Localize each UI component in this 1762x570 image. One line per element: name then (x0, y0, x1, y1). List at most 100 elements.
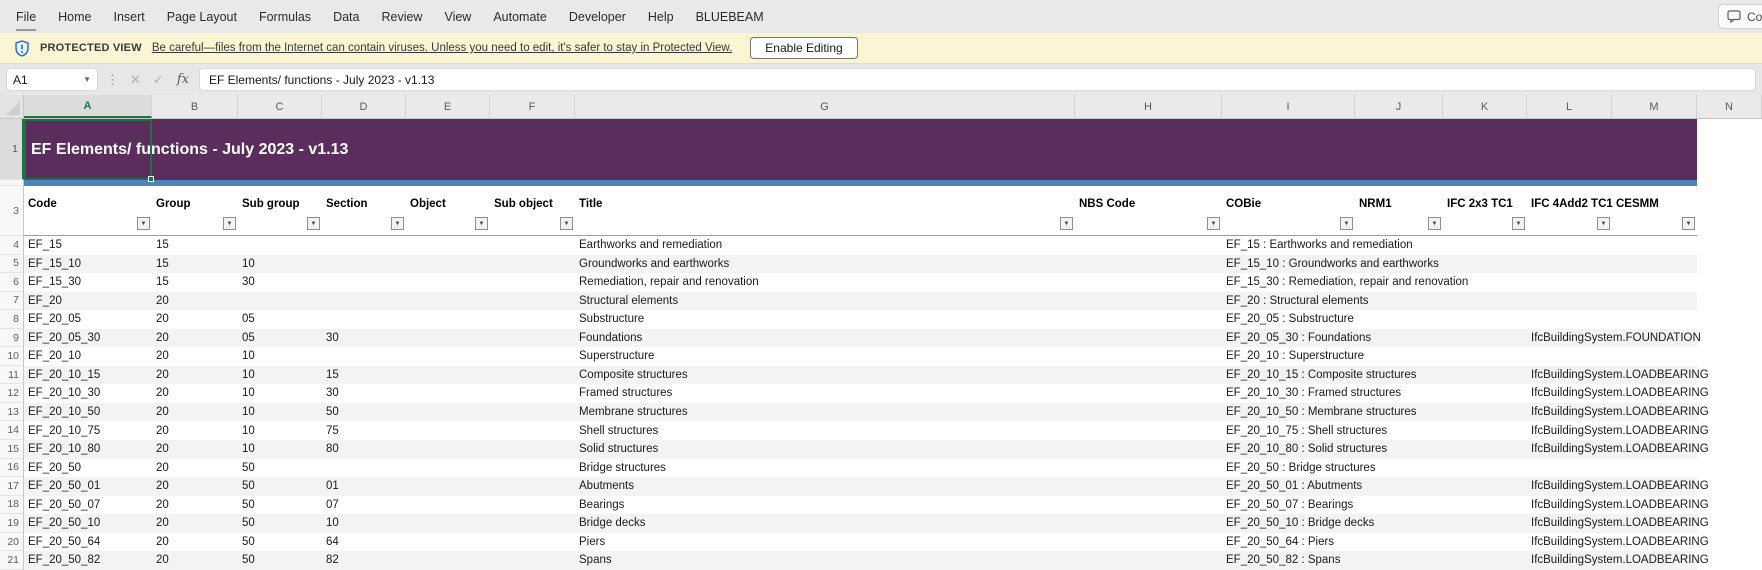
cell-cobie[interactable]: EF_15 : Earthworks and remediation (1226, 236, 1413, 255)
cell-title[interactable]: Foundations (579, 329, 642, 348)
cell-ifc-4add2[interactable]: IfcBuildingSystem.LOADBEARING (1531, 366, 1709, 385)
menu-tab-home[interactable]: Home (58, 10, 91, 24)
cell-ifc-4add2[interactable]: IfcBuildingSystem.LOADBEARING (1531, 496, 1709, 515)
cell-code[interactable]: EF_20_50_07 (28, 496, 100, 515)
column-header-ifc-2x3-tc1[interactable]: IFC 2x3 TC1 (1447, 198, 1513, 210)
cell-section[interactable]: 80 (326, 440, 339, 459)
cell-cobie[interactable]: EF_20_10_75 : Shell structures (1226, 422, 1387, 441)
menu-tab-automate[interactable]: Automate (493, 10, 547, 24)
cell-title[interactable]: Piers (579, 533, 605, 552)
row-header-3[interactable]: 3 (0, 186, 23, 236)
filter-dropdown-c[interactable]: ▼ (307, 217, 320, 230)
menu-tab-help[interactable]: Help (648, 10, 674, 24)
row-header-16[interactable]: 16 (0, 459, 23, 478)
cell-ifc-4add2[interactable]: IfcBuildingSystem.FOUNDATION (1531, 329, 1701, 348)
filter-dropdown-m[interactable]: ▼ (1682, 217, 1695, 230)
menu-tab-view[interactable]: View (444, 10, 471, 24)
cell-cobie[interactable]: EF_20_10_80 : Solid structures (1226, 440, 1387, 459)
filter-dropdown-f[interactable]: ▼ (560, 217, 573, 230)
row-header-13[interactable]: 13 (0, 403, 23, 422)
row-header-9[interactable]: 9 (0, 329, 23, 348)
row-header-5[interactable]: 5 (0, 255, 23, 274)
row-header-21[interactable]: 21 (0, 551, 23, 570)
cell-group[interactable]: 20 (156, 384, 169, 403)
cell-section[interactable]: 30 (326, 329, 339, 348)
cell-group[interactable]: 15 (156, 273, 169, 292)
cell-cobie[interactable]: EF_20_10_50 : Membrane structures (1226, 403, 1417, 422)
cell-group[interactable]: 20 (156, 347, 169, 366)
column-header-b[interactable]: B (152, 95, 238, 118)
cell-code[interactable]: EF_20_05_30 (28, 329, 100, 348)
cell-section[interactable]: 30 (326, 384, 339, 403)
filter-dropdown-d[interactable]: ▼ (391, 217, 404, 230)
filter-dropdown-b[interactable]: ▼ (223, 217, 236, 230)
cell-ifc-4add2[interactable]: IfcBuildingSystem.LOADBEARING (1531, 533, 1709, 552)
cell-code[interactable]: EF_20_10_15 (28, 366, 100, 385)
menu-tab-insert[interactable]: Insert (114, 10, 145, 24)
cell-group[interactable]: 20 (156, 310, 169, 329)
cell-code[interactable]: EF_20_50_82 (28, 551, 100, 570)
cell-sub-group[interactable]: 50 (242, 514, 255, 533)
row-header-19[interactable]: 19 (0, 514, 23, 533)
cell-title[interactable]: Composite structures (579, 366, 688, 385)
cell-code[interactable]: EF_20_10_50 (28, 403, 100, 422)
cell-sub-group[interactable]: 10 (242, 422, 255, 441)
cell-section[interactable]: 15 (326, 366, 339, 385)
formula-input[interactable]: EF Elements/ functions - July 2023 - v1.… (198, 68, 1756, 91)
cell-sub-group[interactable]: 10 (242, 384, 255, 403)
filter-dropdown-j[interactable]: ▼ (1428, 217, 1441, 230)
row-header-18[interactable]: 18 (0, 496, 23, 515)
cell-cobie[interactable]: EF_20_50_07 : Bearings (1226, 496, 1353, 515)
menu-tab-bluebeam[interactable]: BLUEBEAM (696, 10, 764, 24)
cell-title[interactable]: Shell structures (579, 422, 658, 441)
cell-section[interactable]: 10 (326, 514, 339, 533)
menu-tab-file[interactable]: File (16, 10, 37, 31)
cell-code[interactable]: EF_20_50_01 (28, 477, 100, 496)
menu-tab-review[interactable]: Review (381, 10, 422, 24)
cell-group[interactable]: 20 (156, 551, 169, 570)
cell-section[interactable]: 50 (326, 403, 339, 422)
cell-sub-group[interactable]: 10 (242, 347, 255, 366)
cell-cobie[interactable]: EF_20_50_01 : Abutments (1226, 477, 1362, 496)
cell-group[interactable]: 15 (156, 236, 169, 255)
cell-title[interactable]: Abutments (579, 477, 634, 496)
cell-title[interactable]: Spans (579, 551, 612, 570)
name-box[interactable]: A1 ▼ (6, 68, 98, 91)
cancel-icon[interactable]: ✕ (127, 72, 144, 88)
insert-function-icon[interactable]: fx (173, 72, 193, 87)
cell-cobie[interactable]: EF_20_50_82 : Spans (1226, 551, 1340, 570)
cell-cobie[interactable]: EF_20_05_30 : Foundations (1226, 329, 1371, 348)
cell-code[interactable]: EF_15 (28, 236, 62, 255)
enter-icon[interactable]: ✓ (150, 72, 167, 88)
cell-sub-group[interactable]: 05 (242, 329, 255, 348)
cell-sub-group[interactable]: 10 (242, 403, 255, 422)
column-header-g[interactable]: G (575, 95, 1075, 118)
enable-editing-button[interactable]: Enable Editing (750, 37, 858, 59)
cell-code[interactable]: EF_20_10_80 (28, 440, 100, 459)
cell-ifc-4add2[interactable]: IfcBuildingSystem.LOADBEARING (1531, 384, 1709, 403)
cell-code[interactable]: EF_20_50 (28, 459, 81, 478)
cell-group[interactable]: 20 (156, 422, 169, 441)
row-header-15[interactable]: 15 (0, 440, 23, 459)
column-header-a[interactable]: A (24, 95, 152, 118)
cell-section[interactable]: 64 (326, 533, 339, 552)
cell-cobie[interactable]: EF_20_50_10 : Bridge decks (1226, 514, 1374, 533)
cell-group[interactable]: 20 (156, 366, 169, 385)
cell-title[interactable]: Groundworks and earthworks (579, 255, 729, 274)
row-header-7[interactable]: 7 (0, 292, 23, 311)
row-header-10[interactable]: 10 (0, 347, 23, 366)
row-header-8[interactable]: 8 (0, 310, 23, 329)
cell-cobie[interactable]: EF_20_10_30 : Framed structures (1226, 384, 1401, 403)
cell-cobie[interactable]: EF_15_10 : Groundworks and earthworks (1226, 255, 1439, 274)
cell-code[interactable]: EF_20_50_10 (28, 514, 100, 533)
cell-code[interactable]: EF_20_50_64 (28, 533, 100, 552)
cell-sub-group[interactable]: 10 (242, 440, 255, 459)
filter-dropdown-a[interactable]: ▼ (137, 217, 150, 230)
protected-view-message[interactable]: Be careful—files from the Internet can c… (152, 42, 732, 54)
filter-dropdown-l[interactable]: ▼ (1597, 217, 1610, 230)
cell-cobie[interactable]: EF_20_10_15 : Composite structures (1226, 366, 1417, 385)
cell-title[interactable]: Structural elements (579, 292, 678, 311)
column-header-code[interactable]: Code (28, 198, 57, 210)
column-header-cesmm[interactable]: CESMM (1616, 198, 1659, 210)
cell-sub-group[interactable]: 50 (242, 459, 255, 478)
